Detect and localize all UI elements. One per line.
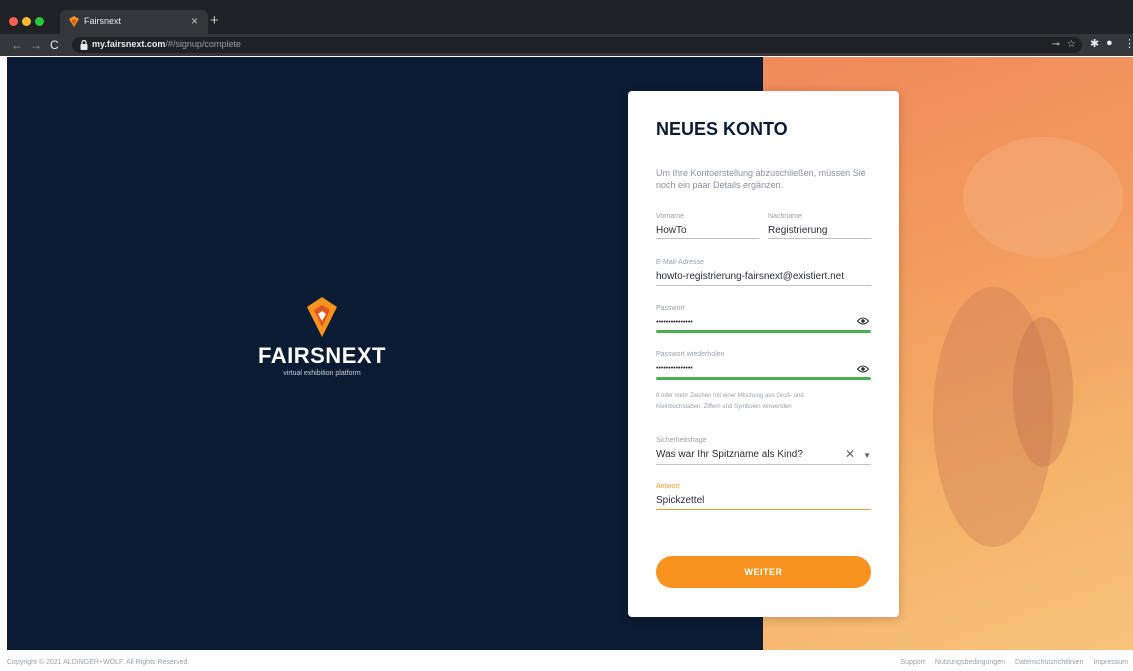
back-icon[interactable]: ←	[11, 37, 23, 53]
footer-link-privacy[interactable]: Datenschutzrichtlinien	[1015, 659, 1083, 666]
password-value: •••••••••••••••	[656, 319, 693, 326]
page-content: FAIRSNEXT virtual exhibition platform NE…	[7, 57, 1133, 650]
last-name-underline	[768, 238, 871, 239]
first-name-field[interactable]: Vorname HowTo	[656, 213, 759, 239]
select-actions: ✕ ▼	[845, 447, 871, 461]
tab-fairsnext[interactable]: Fairsnext ×	[60, 10, 208, 34]
security-question-select[interactable]: Sicherheitsfrage Was war Ihr Spitzname a…	[656, 437, 871, 465]
signup-card: NEUES KONTO Um Ihre Kontoerstellung abzu…	[628, 91, 899, 617]
footer-link-support[interactable]: Support	[900, 659, 925, 666]
url-text: my.fairsnext.com/#/signup/complete	[92, 39, 241, 49]
password-repeat-value: •••••••••••••••	[656, 365, 693, 372]
address-bar[interactable]: my.fairsnext.com/#/signup/complete ⊸ ☆	[72, 37, 1082, 53]
brand-name: FAIRSNEXT	[258, 343, 386, 368]
email-field[interactable]: E-Mail-Adresse howto-registrierung-fairs…	[656, 259, 871, 286]
key-icon[interactable]: ⊸	[1052, 39, 1060, 50]
last-name-value: Registrierung	[768, 225, 828, 236]
continue-button[interactable]: WEITER	[656, 556, 871, 588]
password-field[interactable]: Passwort •••••••••••••••	[656, 305, 871, 333]
extensions-icon[interactable]: ✱	[1090, 37, 1099, 50]
tab-title: Fairsnext	[84, 16, 122, 26]
footer-link-terms[interactable]: Nutzungsbedingungen	[935, 659, 1005, 666]
answer-underline	[656, 508, 871, 510]
url-path: /#/signup/complete	[165, 39, 241, 49]
footer-links: Support Nutzungsbedingungen Datenschutzr…	[892, 659, 1128, 666]
answer-field[interactable]: Antwort Spickzettel	[656, 483, 871, 510]
url-host: my.fairsnext.com	[92, 39, 166, 49]
first-name-value: HowTo	[656, 225, 687, 236]
email-value: howto-registrierung-fairsnext@existiert.…	[656, 271, 845, 282]
first-name-underline	[656, 238, 759, 239]
first-name-label: Vorname	[656, 213, 685, 220]
browser-toolbar: ← → C my.fairsnext.com/#/signup/complete…	[0, 34, 1133, 56]
last-name-label: Nachname	[768, 213, 802, 220]
email-label: E-Mail-Adresse	[656, 259, 704, 266]
chevron-down-icon[interactable]: ▼	[863, 451, 871, 460]
security-question-underline	[656, 464, 871, 465]
password-label: Passwort	[656, 305, 685, 312]
new-tab-button[interactable]: +	[210, 12, 219, 29]
password-strength-bar	[656, 330, 871, 333]
brand-logo: FAIRSNEXT virtual exhibition platform	[257, 297, 387, 377]
footer-link-imprint[interactable]: Impressum	[1093, 659, 1128, 666]
close-window-button[interactable]	[9, 17, 18, 26]
security-question-value: Was war Ihr Spitzname als Kind?	[656, 449, 803, 460]
browser-chrome: Fairsnext × + ← → C my.fairsnext.com/#/s…	[0, 0, 1133, 56]
security-question-label: Sicherheitsfrage	[656, 437, 707, 444]
fairsnext-favicon-icon	[69, 16, 79, 27]
clear-icon[interactable]: ✕	[845, 447, 855, 461]
password-hint: 8 oder mehr Zeichen mit einer Mischung a…	[656, 393, 804, 410]
tab-bar: Fairsnext × +	[0, 10, 1133, 34]
lock-icon	[80, 40, 88, 50]
card-title: NEUES KONTO	[656, 119, 788, 139]
footer-copyright: Copyright © 2021 ALDINGER+WOLF. All Righ…	[7, 659, 190, 666]
password-repeat-field[interactable]: Passwort wiederholen •••••••••••••••	[656, 351, 871, 380]
hero-light	[963, 137, 1123, 257]
answer-value: Spickzettel	[656, 495, 705, 506]
answer-label: Antwort	[656, 483, 680, 490]
email-underline	[656, 285, 871, 286]
reload-icon[interactable]: C	[50, 37, 59, 53]
show-password-icon[interactable]	[857, 317, 869, 325]
hero-figure	[1013, 317, 1073, 467]
forward-icon[interactable]: →	[30, 37, 42, 53]
password-repeat-label: Passwort wiederholen	[656, 351, 725, 358]
card-intro: Um Ihre Kontoerstellung abzuschließen, m…	[656, 168, 866, 190]
star-icon[interactable]: ☆	[1067, 39, 1076, 50]
menu-icon[interactable]: ⋮	[1124, 37, 1133, 50]
brand-tagline: virtual exhibition platform	[283, 370, 361, 377]
fairsnext-logo-icon	[307, 297, 337, 337]
profile-icon[interactable]: ●	[1106, 37, 1113, 49]
minimize-window-button[interactable]	[22, 17, 31, 26]
tab-close-icon[interactable]: ×	[191, 14, 198, 28]
last-name-field[interactable]: Nachname Registrierung	[768, 213, 871, 239]
password-repeat-strength-bar	[656, 377, 871, 380]
show-password-repeat-icon[interactable]	[857, 365, 869, 373]
zoom-window-button[interactable]	[35, 17, 44, 26]
